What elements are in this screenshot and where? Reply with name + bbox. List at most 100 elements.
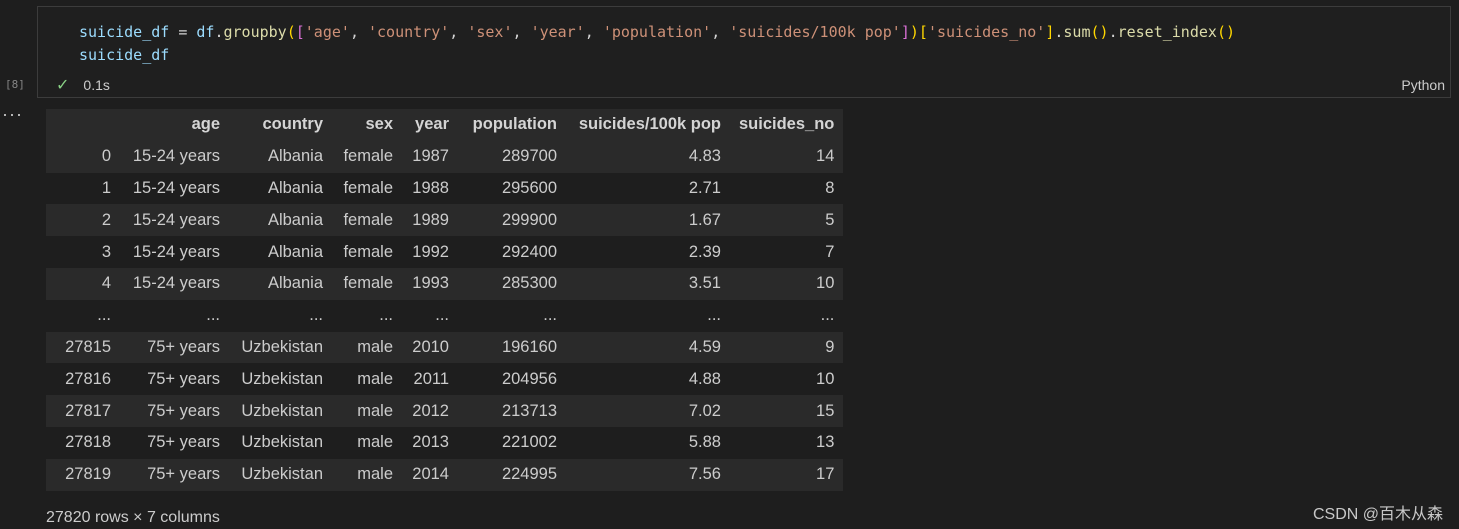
column-header-suicides-per-100k: suicides/100k pop [578,115,721,134]
cell-suicides-no: 5 [825,210,835,229]
table-row: 27816 75+ years Uzbekistan male 2011 204956 4.… [46,363,844,396]
cell-age: 75+ years [147,369,220,388]
cell-sex: female [343,178,393,197]
cell-country: ... [309,306,323,325]
table-row: 0 15-24 years Albania female 1987 289700 4.83 1… [46,140,844,173]
cell-suicides-no: 13 [816,433,835,452]
cell-year: 1992 [412,242,449,261]
cell-age: 15-24 years [132,242,220,261]
cell-suicides-no: ... [820,306,835,325]
code-token: , [349,23,368,41]
cell-population: 204956 [501,369,557,388]
row-index: 1 [101,178,111,197]
cell-country: Albania [267,210,323,229]
code-token: [ [295,23,305,41]
code-token: suicide_df [79,46,170,64]
table-header-row: age country sex year population suicides… [46,109,844,141]
cell-suicides-per-100k: 4.59 [688,337,721,356]
cell-sex: male [357,369,393,388]
column-header-index [46,109,120,141]
cell-age: 15-24 years [132,210,220,229]
code-token: sum [1063,23,1091,41]
cell-sex: female [343,210,393,229]
table-row: 27818 75+ years Uzbekistan male 2013 221002 5.… [46,426,844,459]
table-row: 1 15-24 years Albania female 1988 295600 2.71 8 [46,172,844,205]
cell-suicides-no: 7 [825,242,835,261]
cell-age: 15-24 years [132,178,220,197]
column-header-year: year [415,115,449,134]
cell-suicides-per-100k: 4.88 [688,369,721,388]
cell-suicides-no: 9 [825,337,835,356]
cell-population: 295600 [501,178,557,197]
cell-population: 299900 [501,210,557,229]
cell-sex: male [357,465,393,484]
code-editor[interactable]: suicide_df = df.groupby(['age', 'country… [79,21,1235,67]
code-token: = [169,23,197,41]
row-index: 4 [101,274,111,293]
cell-population: 292400 [501,242,557,261]
code-line[interactable]: suicide_df = df.groupby(['age', 'country… [79,21,1235,44]
code-token: . [214,23,224,41]
language-indicator[interactable]: Python [1401,77,1445,93]
cell-suicides-per-100k: 7.02 [688,401,721,420]
code-token: groupby [223,23,287,41]
code-line[interactable]: suicide_df [79,44,1235,67]
cell-age: 75+ years [147,337,220,356]
table-row: 27817 75+ years Uzbekistan male 2012 213713 7.… [46,395,844,427]
cell-country: Albania [267,242,323,261]
cell-year: 1989 [412,210,449,229]
cell-population: ... [543,306,557,325]
row-index: 0 [101,147,111,166]
cell-population: 196160 [501,337,557,356]
code-token: , [512,23,531,41]
cell-age: 75+ years [147,433,220,452]
cell-suicides-per-100k: 3.51 [688,274,721,293]
code-token: 'suicides/100k pop' [729,23,901,41]
cell-country: Uzbekistan [241,433,323,452]
cell-country: Uzbekistan [241,337,323,356]
execution-count: [8] [5,78,25,91]
cell-suicides-per-100k: 2.71 [688,178,721,197]
check-icon: ✓ [56,77,70,94]
cell-suicides-no: 14 [816,147,835,166]
code-token: () [1090,23,1109,41]
cell-sex: ... [379,306,393,325]
cell-country: Uzbekistan [241,465,323,484]
cell-suicides-no: 10 [816,274,835,293]
cell-sex: male [357,337,393,356]
code-cell[interactable]: suicide_df = df.groupby(['age', 'country… [37,6,1451,98]
row-index: 27815 [65,337,111,356]
cell-suicides-per-100k: 7.56 [688,465,721,484]
cell-sex: male [357,433,393,452]
cell-country: Albania [267,274,323,293]
cell-age: 15-24 years [132,147,220,166]
cell-population: 289700 [501,147,557,166]
dataframe-table: age country sex year population suicides… [46,109,844,491]
code-token: . [1108,23,1118,41]
cell-status: ✓ 0.1s [56,75,110,95]
output-more-icon[interactable]: ··· [2,104,23,125]
cell-country: Albania [267,147,323,166]
code-token: 'year' [530,23,585,41]
cell-age: ... [206,306,220,325]
table-row: 27815 75+ years Uzbekistan male 2010 196160 4.… [46,331,844,364]
code-token: 'age' [304,23,350,41]
code-token: ] [900,23,910,41]
code-token: [ [918,23,928,41]
code-token: 'sex' [467,23,513,41]
cell-sex: male [357,401,393,420]
cell-suicides-no: 17 [816,465,835,484]
cell-suicides-per-100k: 4.83 [688,147,721,166]
cell-age: 75+ years [147,465,220,484]
table-row: 27819 75+ years Uzbekistan male 2014 224995 7.… [46,458,844,491]
cell-suicides-no: 15 [816,401,835,420]
cell-country: Uzbekistan [241,369,323,388]
row-index: 27818 [65,433,111,452]
row-index: ... [97,306,111,325]
cell-suicides-per-100k: ... [707,306,721,325]
cell-year: 2010 [412,337,449,356]
cell-year: 2014 [412,465,449,484]
code-token: ) [909,23,919,41]
row-index: 27819 [65,465,111,484]
cell-year: 2011 [413,369,449,388]
